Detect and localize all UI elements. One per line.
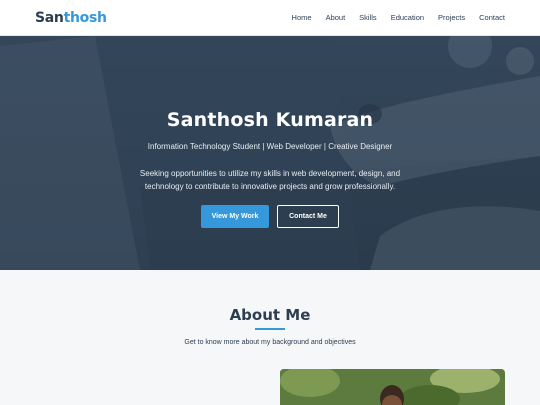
- nav-link-education[interactable]: Education: [391, 13, 424, 22]
- about-subtitle: Get to know more about my background and…: [184, 339, 356, 346]
- hero-overlay: [0, 36, 540, 270]
- nav-link-contact[interactable]: Contact: [479, 13, 505, 22]
- logo-part-1: San: [35, 9, 64, 26]
- nav-link-skills[interactable]: Skills: [359, 13, 377, 22]
- logo-part-2: thosh: [63, 9, 107, 26]
- site-logo[interactable]: Santhosh: [35, 10, 107, 26]
- profile-photo-image: [280, 369, 505, 405]
- hero-subtitle: Information Technology Student | Web Dev…: [147, 142, 393, 151]
- nav-link-projects[interactable]: Projects: [438, 13, 465, 22]
- about-title: About Me: [229, 306, 311, 324]
- profile-photo: [280, 369, 505, 405]
- nav-menu: Home About Skills Education Projects Con…: [292, 13, 505, 22]
- hero-title: Santhosh Kumaran: [166, 109, 374, 131]
- title-underline: [255, 328, 285, 330]
- nav-link-home[interactable]: Home: [292, 13, 312, 22]
- hero-section: Santhosh Kumaran Information Technology …: [0, 36, 540, 270]
- contact-me-button[interactable]: Contact Me: [277, 205, 339, 228]
- navbar: Santhosh Home About Skills Education Pro…: [0, 0, 540, 36]
- view-my-work-button[interactable]: View My Work: [201, 205, 269, 228]
- nav-link-about[interactable]: About: [326, 13, 346, 22]
- hero-description: Seeking opportunities to utilize my skil…: [139, 169, 401, 191]
